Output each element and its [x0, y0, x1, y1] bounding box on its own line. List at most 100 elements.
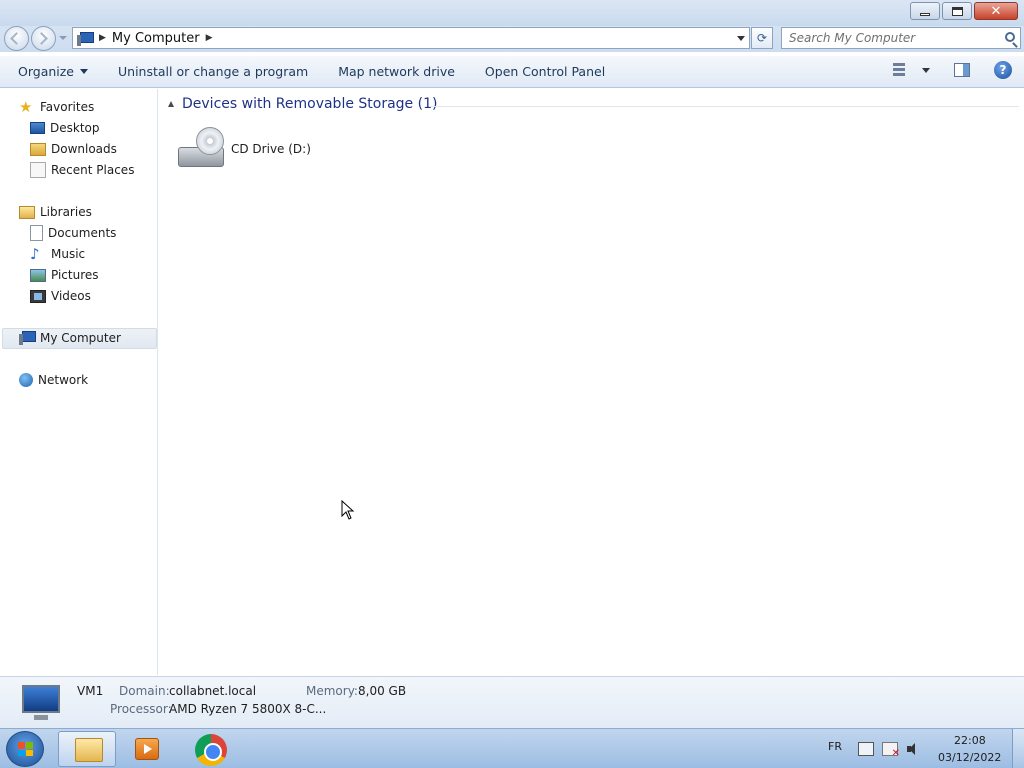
content-pane: Devices with Removable Storage (1) CD Dr… — [159, 89, 1024, 675]
nav-label: Pictures — [51, 268, 99, 282]
nav-libraries[interactable]: Libraries — [19, 202, 92, 222]
flag-quad — [18, 749, 25, 756]
flag-quad — [26, 749, 33, 756]
preview-pane-button[interactable] — [954, 63, 970, 77]
restore-button[interactable] — [942, 2, 972, 20]
clock-date[interactable]: 03/12/2022 — [938, 751, 1001, 764]
nav-music[interactable]: ♪ Music — [30, 244, 85, 264]
back-arrow-icon — [10, 32, 23, 45]
organize-button[interactable]: Organize — [0, 59, 103, 85]
details-pane: VM1 Domain: collabnet.local Memory: 8,00… — [0, 676, 1024, 728]
map-network-drive-button[interactable]: Map network drive — [323, 59, 470, 85]
computer-monitor-icon — [18, 683, 62, 723]
back-button[interactable] — [4, 26, 29, 51]
libraries-icon — [19, 205, 35, 219]
monitor-stand — [34, 715, 48, 720]
disc-icon — [196, 127, 224, 155]
computer-icon — [19, 330, 36, 346]
flag-quad — [26, 742, 33, 749]
windows-logo-icon — [18, 742, 33, 756]
address-row: ▶ My Computer ▶ ⟳ — [0, 26, 1024, 52]
nav-documents[interactable]: Documents — [30, 223, 116, 243]
nav-my-computer[interactable]: My Computer — [19, 328, 121, 348]
chrome-icon — [195, 734, 227, 766]
nav-desktop[interactable]: Desktop — [30, 118, 100, 138]
close-icon: ✕ — [990, 3, 1002, 19]
downloads-folder-icon — [30, 142, 46, 156]
star-icon: ★ — [19, 98, 33, 116]
nav-favorites[interactable]: ★ Favorites — [19, 97, 94, 117]
collapse-triangle-icon[interactable] — [168, 101, 174, 107]
memory-value: 8,00 GB — [358, 684, 407, 698]
taskbar: FR 22:08 03/12/2022 — [0, 728, 1024, 768]
search-icon[interactable] — [1005, 32, 1015, 42]
minimize-button[interactable] — [910, 2, 940, 20]
start-button[interactable] — [6, 731, 44, 767]
views-line — [893, 73, 905, 76]
cd-drive-icon — [176, 125, 226, 173]
domain-label: Domain: — [119, 684, 170, 698]
view-options-dropdown[interactable] — [922, 67, 930, 73]
refresh-icon: ⟳ — [756, 31, 768, 45]
search-input[interactable] — [782, 28, 992, 48]
nav-label: Documents — [48, 226, 117, 240]
computer-icon — [77, 31, 94, 46]
taskbar-media-player-button[interactable] — [118, 731, 176, 767]
group-divider — [431, 106, 1019, 107]
monitor-screen — [22, 685, 60, 713]
uninstall-program-button[interactable]: Uninstall or change a program — [103, 59, 323, 85]
nav-downloads[interactable]: Downloads — [30, 139, 117, 159]
window-controls: ✕ — [910, 2, 1018, 20]
media-player-icon — [135, 738, 159, 760]
nav-label: Music — [51, 247, 86, 261]
network-tray-icon[interactable] — [858, 742, 874, 756]
address-bar[interactable]: ▶ My Computer ▶ — [72, 27, 750, 49]
documents-icon — [30, 225, 43, 241]
videos-icon — [30, 289, 46, 303]
drive-label: CD Drive (D:) — [231, 142, 311, 156]
processor-label: Processor: — [110, 702, 172, 716]
flag-quad — [18, 742, 25, 749]
organize-label: Organize — [18, 64, 74, 79]
command-bar: Organize Uninstall or change a program M… — [0, 56, 1024, 88]
taskbar-chrome-button[interactable] — [182, 731, 240, 767]
language-indicator[interactable]: FR — [828, 740, 842, 753]
recent-pages-dropdown[interactable] — [59, 36, 67, 40]
volume-icon[interactable] — [906, 742, 922, 756]
nav-recent-places[interactable]: Recent Places — [30, 160, 134, 180]
forward-arrow-icon — [35, 32, 48, 45]
open-control-panel-button[interactable]: Open Control Panel — [470, 59, 620, 85]
change-view-button[interactable] — [890, 59, 912, 81]
nav-label: My Computer — [40, 331, 121, 345]
refresh-button[interactable]: ⟳ — [751, 27, 773, 49]
desktop-icon — [30, 122, 45, 134]
music-icon: ♪ — [30, 245, 40, 263]
close-button[interactable]: ✕ — [974, 2, 1018, 20]
explorer-icon — [75, 738, 103, 762]
breadcrumb-separator-icon[interactable]: ▶ — [99, 33, 106, 43]
address-dropdown-icon[interactable] — [737, 36, 745, 41]
nav-videos[interactable]: Videos — [30, 286, 91, 306]
group-title: Devices with Removable Storage (1) — [182, 96, 438, 112]
breadcrumb-chevron-icon[interactable]: ▶ — [206, 33, 213, 43]
show-desktop-button[interactable] — [1012, 729, 1024, 768]
nav-label: Network — [38, 373, 89, 387]
nav-network[interactable]: Network — [19, 370, 88, 390]
view-controls: ? — [890, 59, 1012, 81]
network-icon — [19, 373, 33, 387]
forward-button[interactable] — [31, 26, 56, 51]
taskbar-explorer-button[interactable] — [58, 731, 116, 767]
search-box[interactable] — [781, 27, 1021, 49]
action-center-icon[interactable] — [882, 742, 900, 759]
nav-pictures[interactable]: Pictures — [30, 265, 99, 285]
minimize-icon — [920, 12, 930, 16]
pictures-icon — [30, 268, 46, 282]
domain-value: collabnet.local — [169, 684, 257, 698]
chevron-down-icon — [80, 69, 88, 74]
group-header[interactable]: Devices with Removable Storage (1) — [168, 96, 437, 112]
help-button[interactable]: ? — [994, 61, 1012, 79]
clock-time[interactable]: 22:08 — [954, 734, 986, 747]
title-bar: ✕ — [0, 0, 1024, 26]
breadcrumb-my-computer[interactable]: My Computer — [112, 31, 200, 46]
cd-drive-item[interactable]: CD Drive (D:) — [176, 125, 311, 173]
